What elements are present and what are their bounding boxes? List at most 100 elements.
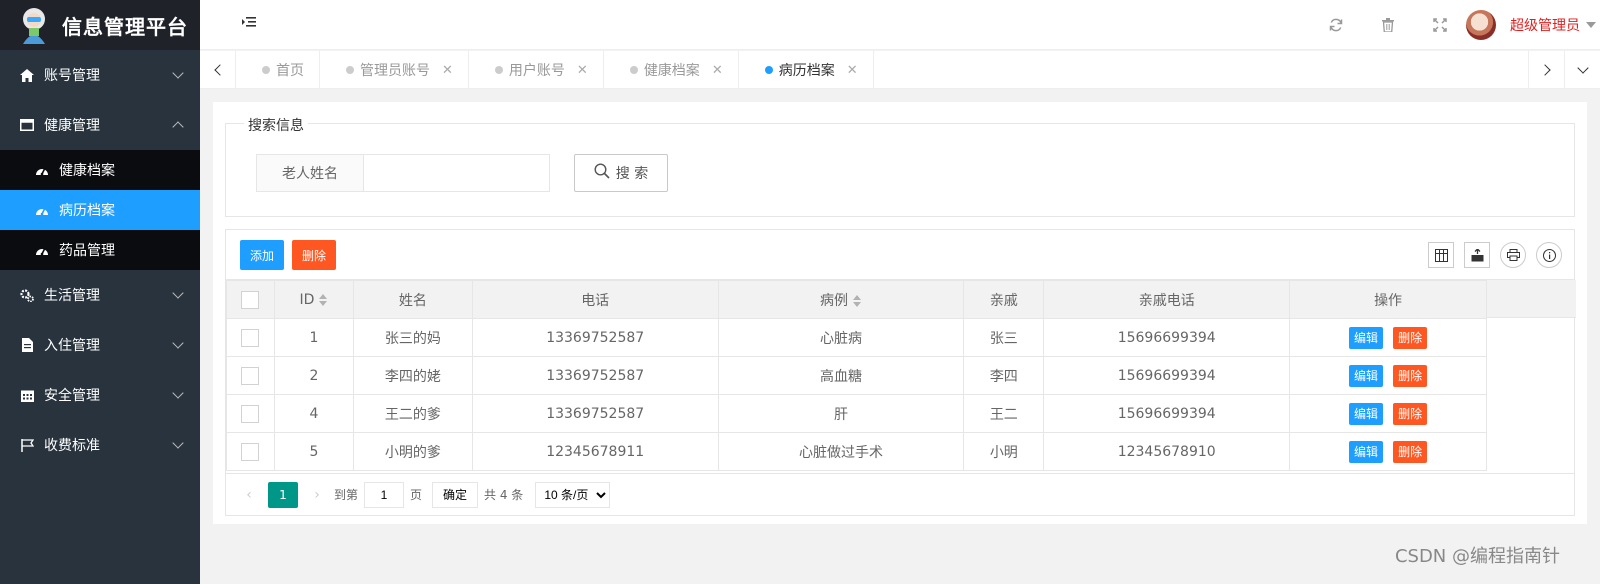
- page-number-input[interactable]: [364, 481, 405, 508]
- cell-actions: 编辑 删除: [1289, 356, 1487, 395]
- tab-scroll-right-button[interactable]: [1528, 51, 1564, 89]
- tab-label: 健康档案: [643, 63, 700, 79]
- info-icon[interactable]: [1536, 242, 1562, 268]
- row-checkbox[interactable]: [241, 404, 260, 423]
- chevron-down-icon: [172, 437, 184, 449]
- cell-case: 心脏做过手术: [717, 432, 965, 471]
- columns-filter-icon[interactable]: [1428, 242, 1454, 268]
- file-icon: [20, 338, 34, 352]
- current-page-button[interactable]: 1: [268, 481, 298, 508]
- search-button[interactable]: 搜 索: [574, 154, 668, 192]
- sidebar-item-life[interactable]: 生活管理: [0, 270, 200, 320]
- chevron-down-icon: [172, 337, 184, 349]
- table-header-row: ID 姓名 电话 病例 亲戚 亲戚电话 操作: [226, 280, 1487, 319]
- cell-relative-phone: 15696699394: [1043, 394, 1291, 433]
- export-icon[interactable]: [1464, 242, 1490, 268]
- tab-dot: [346, 66, 354, 74]
- sort-icon[interactable]: [852, 294, 862, 307]
- edit-button[interactable]: 编辑: [1349, 364, 1384, 387]
- avatar[interactable]: [1466, 10, 1496, 40]
- home-icon: [20, 68, 34, 82]
- column-label: ID: [299, 291, 315, 308]
- sidebar-subitem-health-record[interactable]: 健康档案: [0, 150, 200, 190]
- row-checkbox[interactable]: [241, 328, 260, 347]
- edit-button[interactable]: 编辑: [1349, 326, 1384, 349]
- sidebar-subitem-medicine[interactable]: 药品管理: [0, 230, 200, 270]
- delete-button[interactable]: 删除: [1393, 440, 1428, 463]
- data-table-panel: 添加 删除 ID 姓名 电话 病例 亲戚 亲戚电话 操作 1 张三的妈 1336…: [225, 229, 1576, 516]
- refresh-icon[interactable]: [1310, 0, 1362, 50]
- tab-dot: [764, 66, 773, 74]
- chevron-down-icon: [172, 387, 184, 399]
- table-row: 4 王二的爹 13369752587 肝 王二 15696699394 编辑 删除: [226, 394, 1487, 433]
- sidebar-item-checkin[interactable]: 入住管理: [0, 320, 200, 370]
- delete-button[interactable]: 删除: [1393, 326, 1428, 349]
- confirm-page-button[interactable]: 确定: [432, 481, 479, 508]
- cell-id: 2: [273, 356, 354, 395]
- tab-health-record[interactable]: 健康档案 ✕: [604, 51, 739, 89]
- cell-relative: 王二: [963, 394, 1045, 433]
- search-input[interactable]: [363, 154, 550, 192]
- calendar-icon: [20, 388, 34, 402]
- column-header-case[interactable]: 病例: [717, 280, 965, 319]
- sidebar-item-fees[interactable]: 收费标准: [0, 420, 200, 470]
- tab-admin-account[interactable]: 管理员账号 ✕: [320, 51, 469, 89]
- add-button[interactable]: 添加: [240, 240, 285, 270]
- delete-button[interactable]: 删除: [1393, 364, 1428, 387]
- sidebar-item-label: 安全管理: [44, 388, 100, 404]
- tab-scroll-left-button[interactable]: [200, 51, 236, 89]
- cell-case: 高血糖: [717, 356, 965, 395]
- row-checkbox[interactable]: [241, 442, 260, 461]
- sidebar-subitem-medical-record[interactable]: 病历档案: [0, 190, 200, 230]
- next-page-icon[interactable]: ›: [306, 487, 328, 503]
- sidebar-item-label: 入住管理: [44, 338, 100, 354]
- tab-label: 首页: [276, 63, 304, 79]
- fullscreen-icon[interactable]: [1414, 0, 1466, 50]
- cell-phone: 13369752587: [471, 394, 719, 433]
- app-logo-bar[interactable]: 信息管理平台: [0, 0, 200, 50]
- tab-home[interactable]: 首页: [236, 51, 320, 89]
- menu-fold-icon[interactable]: [242, 15, 260, 33]
- select-all-cell: [226, 280, 275, 319]
- sidebar-item-security[interactable]: 安全管理: [0, 370, 200, 420]
- tab-menu-button[interactable]: [1564, 51, 1600, 89]
- tab-list: 首页 管理员账号 ✕ 用户账号 ✕ 健康档案 ✕ 病历档案 ✕: [236, 51, 1528, 89]
- sidebar-item-health[interactable]: 健康管理: [0, 100, 200, 150]
- edit-button[interactable]: 编辑: [1349, 440, 1384, 463]
- window-icon: [20, 118, 34, 132]
- tab-medical-record[interactable]: 病历档案 ✕: [739, 51, 874, 89]
- user-name[interactable]: 超级管理员: [1510, 15, 1580, 35]
- sort-icon[interactable]: [318, 293, 328, 306]
- close-icon[interactable]: ✕: [442, 63, 453, 78]
- sidebar-item-account[interactable]: 账号管理: [0, 50, 200, 100]
- dashboard-icon: [35, 163, 49, 177]
- cell-relative: 李四: [963, 356, 1045, 395]
- close-icon[interactable]: ✕: [712, 63, 723, 78]
- sidebar-item-label: 健康管理: [44, 118, 100, 134]
- print-icon[interactable]: [1500, 242, 1526, 268]
- delete-button[interactable]: 删除: [1393, 402, 1428, 425]
- prev-page-icon[interactable]: ‹: [238, 487, 260, 503]
- logo-icon: [18, 6, 50, 44]
- page-size-select[interactable]: 10 条/页: [535, 481, 611, 508]
- caret-down-icon[interactable]: [1586, 22, 1596, 28]
- table-row: 2 李四的姥 13369752587 高血糖 李四 15696699394 编辑…: [226, 356, 1487, 395]
- row-select-cell: [226, 356, 275, 395]
- chevron-up-icon: [172, 121, 184, 133]
- close-icon[interactable]: ✕: [847, 63, 858, 78]
- cell-name: 张三的妈: [352, 318, 473, 357]
- cell-phone: 13369752587: [471, 318, 719, 357]
- select-all-checkbox[interactable]: [241, 290, 260, 309]
- close-icon[interactable]: ✕: [577, 63, 588, 78]
- edit-button[interactable]: 编辑: [1349, 402, 1384, 425]
- tab-user-account[interactable]: 用户账号 ✕: [469, 51, 604, 89]
- tab-dot: [262, 66, 270, 74]
- search-button-label: 搜 索: [615, 166, 649, 182]
- trash-icon[interactable]: [1362, 0, 1414, 50]
- chevron-down-icon: [172, 287, 184, 299]
- batch-delete-button[interactable]: 删除: [292, 240, 337, 270]
- row-checkbox[interactable]: [241, 366, 260, 385]
- cell-relative-phone: 12345678910: [1043, 432, 1291, 471]
- app-title: 信息管理平台: [62, 14, 188, 39]
- column-header-id[interactable]: ID: [273, 280, 354, 319]
